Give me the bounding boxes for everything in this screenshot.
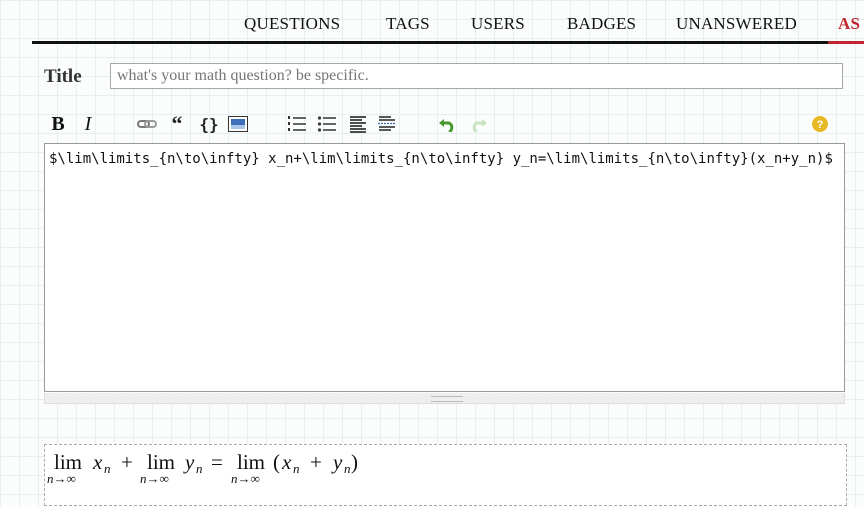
bulleted-list-button[interactable] <box>317 112 337 136</box>
code-button[interactable]: {} <box>197 112 221 136</box>
right-paren: ) <box>351 450 358 474</box>
lim-subscript: n→∞ <box>47 471 76 486</box>
redo-icon <box>472 119 487 132</box>
horizontal-rule-icon <box>378 116 396 131</box>
subscript-n: n <box>293 461 300 476</box>
subscript-n: n <box>196 461 203 476</box>
link-button[interactable] <box>136 112 158 136</box>
nav-badges[interactable]: BADGES <box>567 14 636 34</box>
help-button[interactable]: ? <box>811 112 829 136</box>
code-icon: {} <box>199 114 219 134</box>
nav-divider <box>32 41 864 44</box>
var-y: y <box>331 450 343 474</box>
editor-toolbar: B I “ {} ? <box>44 108 844 140</box>
var-x: x <box>281 450 292 474</box>
equals-sign: = <box>211 450 223 474</box>
redo-button[interactable] <box>469 112 489 136</box>
heading-button[interactable] <box>348 112 368 136</box>
title-label: Title <box>44 66 82 87</box>
image-icon <box>228 116 248 132</box>
nav-questions[interactable]: QUESTIONS <box>244 14 340 34</box>
numbered-list-button[interactable] <box>287 112 307 136</box>
bulleted-list-icon <box>318 116 336 132</box>
math-preview: lim n→∞ x n + lim n→∞ y n = lim n→∞ ( x … <box>44 444 847 506</box>
rendered-formula: lim n→∞ x n + lim n→∞ y n = lim n→∞ ( x … <box>47 450 358 486</box>
help-icon: ? <box>812 116 828 132</box>
question-body-editor[interactable]: $\lim\limits_{n\to\infty} x_n+\lim\limit… <box>44 143 845 392</box>
link-icon <box>137 120 157 128</box>
undo-icon <box>439 119 454 132</box>
subscript-n: n <box>104 461 111 476</box>
horizontal-rule-button[interactable] <box>377 112 397 136</box>
nav-users[interactable]: USERS <box>471 14 525 34</box>
lim-subscript: n→∞ <box>231 471 260 486</box>
nav-tags[interactable]: TAGS <box>386 14 430 34</box>
grip-lines <box>431 396 463 402</box>
nav-unanswered[interactable]: UNANSWERED <box>676 14 797 34</box>
numbered-list-icon <box>288 116 306 131</box>
editor-resize-handle[interactable] <box>44 393 845 404</box>
plus-sign: + <box>121 450 133 474</box>
image-button[interactable] <box>227 112 249 136</box>
title-input[interactable] <box>110 63 843 89</box>
var-x: x <box>92 450 103 474</box>
blockquote-button[interactable]: “ <box>168 111 186 136</box>
nav-active-indicator <box>828 41 864 44</box>
heading-icon <box>350 116 366 133</box>
var-y: y <box>183 450 195 474</box>
undo-button[interactable] <box>437 112 457 136</box>
italic-button[interactable]: I <box>80 112 96 136</box>
help-glyph: ? <box>817 119 824 131</box>
plus-sign: + <box>310 450 322 474</box>
nav-ask-question[interactable]: AS <box>838 14 860 34</box>
left-paren: ( <box>273 450 280 474</box>
bold-button[interactable]: B <box>49 112 67 136</box>
quote-icon: “ <box>171 111 183 136</box>
top-nav: QUESTIONS TAGS USERS BADGES UNANSWERED A… <box>0 0 864 44</box>
subscript-n: n <box>344 461 351 476</box>
lim-subscript: n→∞ <box>140 471 169 486</box>
